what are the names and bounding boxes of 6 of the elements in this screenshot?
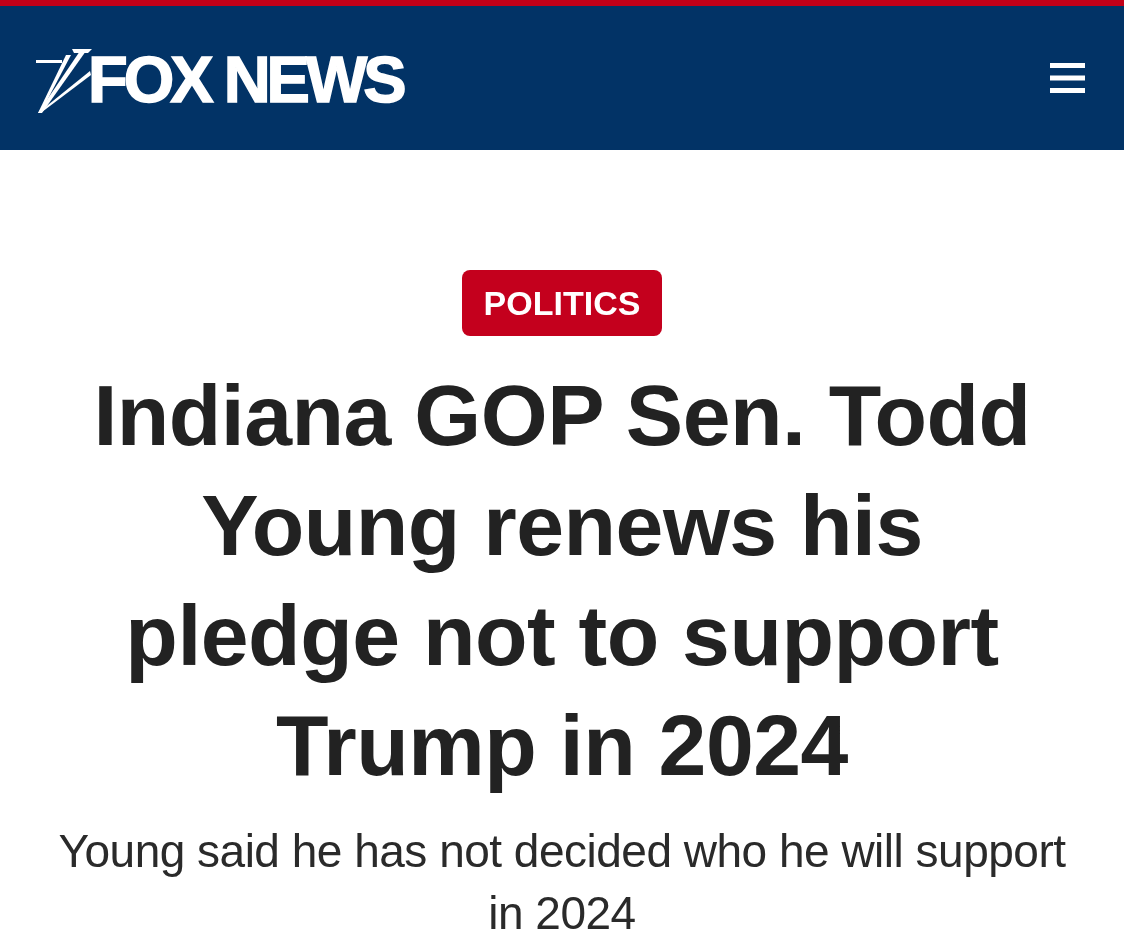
category-tag[interactable]: POLITICS bbox=[461, 270, 663, 336]
site-logo[interactable]: FOX NEWS bbox=[88, 46, 403, 112]
menu-icon[interactable] bbox=[1050, 63, 1085, 93]
article-subheadline: Young said he has not decided who he will support in 2024 bbox=[57, 824, 1067, 941]
article-headline: Indiana GOP Sen. Todd Young renews his pledge not to support Trump in 2024 bbox=[92, 366, 1032, 795]
spark-logo-icon bbox=[36, 49, 92, 113]
